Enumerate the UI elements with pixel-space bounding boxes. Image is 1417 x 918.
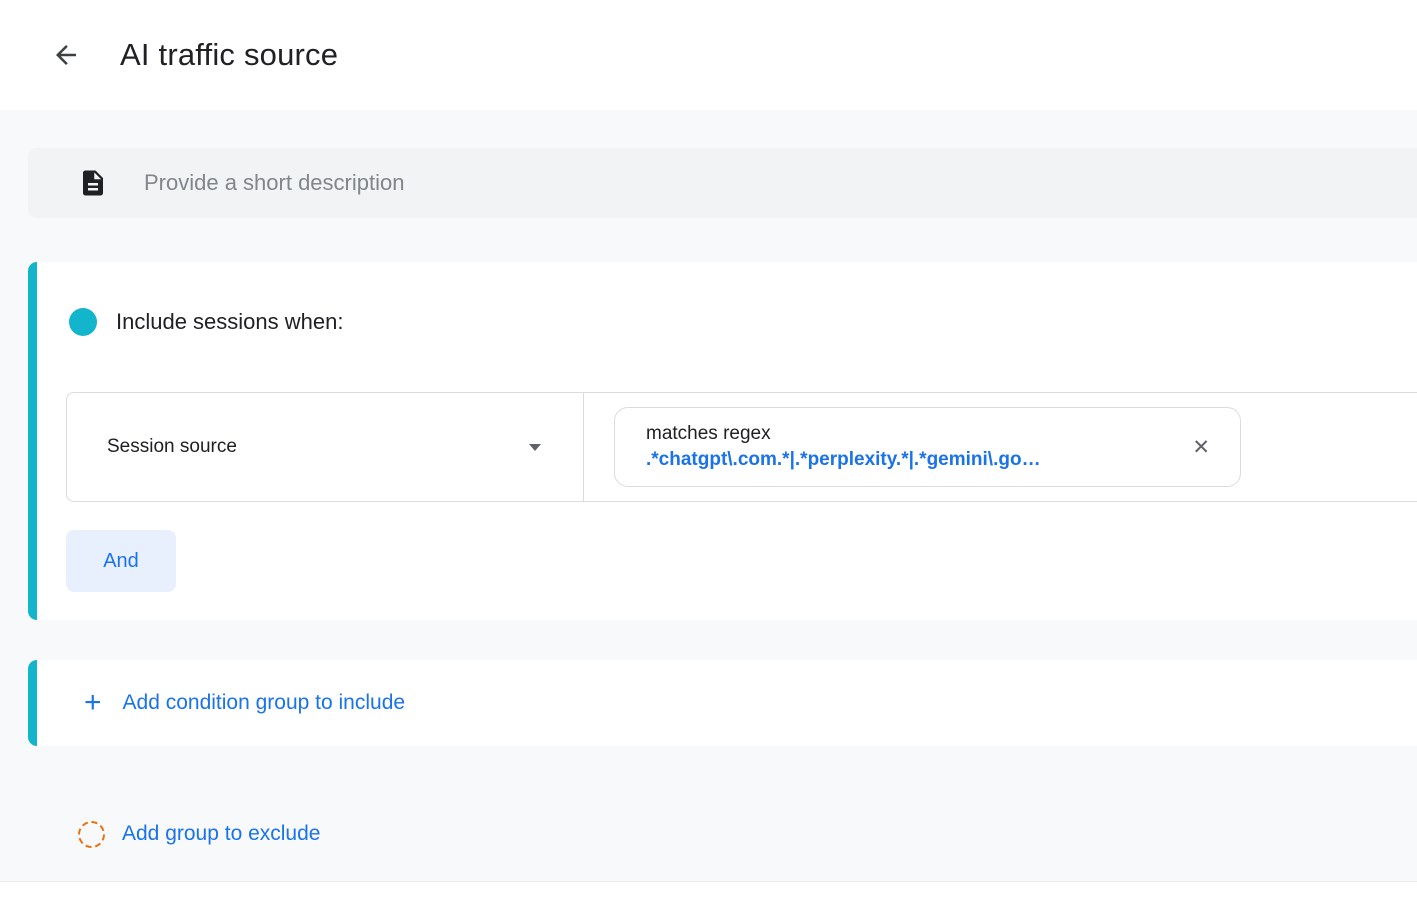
add-condition-group-row: + Add condition group to include [28, 660, 1417, 746]
operator-label: matches regex [646, 421, 1182, 447]
arrow-left-icon [51, 40, 81, 70]
condition-row: Session source matches regex .*chatgpt\.… [66, 392, 1417, 502]
dashed-circle-icon [78, 821, 105, 848]
filter-text: matches regex .*chatgpt\.com.*|.*perplex… [646, 421, 1182, 472]
close-icon[interactable]: ✕ [1182, 431, 1220, 464]
dimension-select[interactable]: Session source [67, 393, 584, 501]
add-card-accent-bar [28, 660, 37, 746]
dimension-label: Session source [107, 436, 237, 458]
include-group-header: Include sessions when: [69, 308, 343, 336]
description-input[interactable] [144, 170, 1417, 196]
include-indicator-icon [69, 308, 97, 336]
bottom-bar [0, 881, 1417, 918]
include-title: Include sessions when: [116, 309, 343, 335]
back-button[interactable] [44, 33, 88, 77]
add-exclude-group-label: Add group to exclude [122, 822, 320, 846]
regex-value: .*chatgpt\.com.*|.*perplexity.*|.*gemini… [646, 447, 1182, 473]
page-title: AI traffic source [120, 37, 338, 73]
filter-value-chip[interactable]: matches regex .*chatgpt\.com.*|.*perplex… [614, 407, 1241, 487]
header: AI traffic source [0, 0, 1417, 110]
add-exclude-group-button[interactable]: Add group to exclude [78, 814, 320, 854]
include-accent-bar [28, 262, 37, 620]
document-icon [78, 168, 108, 198]
and-button[interactable]: And [66, 530, 176, 592]
add-condition-group-card[interactable]: + Add condition group to include [28, 660, 1417, 746]
include-group-card: Include sessions when: Session source ma… [28, 262, 1417, 620]
description-field[interactable] [28, 148, 1417, 218]
plus-icon: + [84, 688, 102, 718]
add-condition-group-label: Add condition group to include [123, 691, 406, 715]
chevron-down-icon [529, 444, 541, 451]
segment-builder-page: AI traffic source Include sessions when:… [0, 0, 1417, 918]
